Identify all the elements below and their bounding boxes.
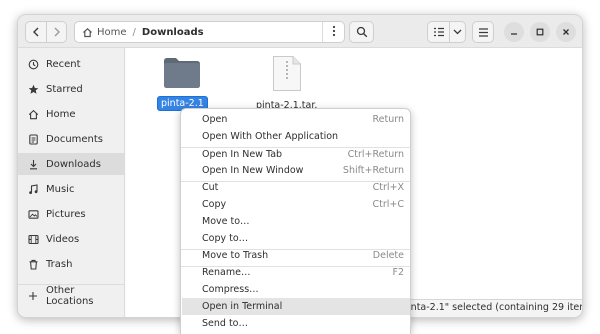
sidebar-item-downloads[interactable]: Downloads bbox=[18, 153, 125, 175]
menu-item-shortcut: Ctrl+Return bbox=[347, 149, 404, 160]
sidebar-item-label: Videos bbox=[46, 233, 80, 245]
menu-item-label: Compress… bbox=[202, 284, 259, 295]
view-options-button[interactable] bbox=[449, 21, 466, 43]
search-icon bbox=[356, 26, 368, 38]
hamburger-menu-icon bbox=[478, 27, 489, 37]
music-note-icon bbox=[27, 183, 39, 195]
back-button[interactable] bbox=[25, 21, 46, 43]
file-item-folder[interactable]: pinta-2.1 bbox=[157, 57, 208, 111]
menu-item-shortcut: Delete bbox=[372, 250, 404, 261]
menu-item-label: Copy to… bbox=[202, 233, 249, 244]
sidebar-item-label: Starred bbox=[46, 83, 83, 95]
menu-item-copy-to[interactable]: Copy to… bbox=[182, 230, 410, 247]
sidebar-item-label: Downloads bbox=[46, 158, 101, 170]
menu-item-open-in-terminal[interactable]: Open in Terminal bbox=[182, 298, 410, 315]
file-item-archive[interactable]: pinta-2.1.tar. bbox=[256, 55, 317, 111]
folder-icon bbox=[163, 57, 201, 89]
download-icon bbox=[27, 158, 39, 170]
sidebar-item-other-locations[interactable]: Other Locations bbox=[18, 284, 125, 307]
menu-item-open-with[interactable]: Open With Other Application bbox=[182, 128, 410, 145]
sidebar-item-label: Music bbox=[46, 183, 75, 195]
archive-file-icon bbox=[272, 55, 302, 95]
menu-item-label: Cut bbox=[202, 182, 219, 193]
menu-item-label: Open In New Tab bbox=[202, 149, 283, 160]
status-bar: pinta-2.1" selected (containing 29 items… bbox=[397, 299, 582, 317]
maximize-icon bbox=[536, 28, 544, 36]
chevron-right-icon bbox=[53, 27, 61, 37]
header-bar: Home / Downloads bbox=[18, 15, 582, 48]
menu-item-open[interactable]: Open Return bbox=[182, 111, 410, 128]
chevron-left-icon bbox=[32, 27, 40, 37]
menu-item-open-new-window[interactable]: Open In New Window Shift+Return bbox=[182, 162, 410, 179]
menu-item-label: Move to Trash bbox=[202, 250, 269, 261]
path-bar: Home / Downloads bbox=[74, 21, 345, 43]
menu-item-shortcut: Ctrl+C bbox=[372, 199, 405, 210]
close-button[interactable] bbox=[556, 22, 576, 42]
menu-item-label: Open bbox=[202, 114, 228, 125]
menu-item-label: Send to… bbox=[202, 318, 248, 329]
menu-item-shortcut: Return bbox=[372, 114, 404, 125]
path-current-crumb[interactable]: Downloads bbox=[142, 27, 204, 38]
menu-item-open-new-tab[interactable]: Open In New Tab Ctrl+Return bbox=[182, 146, 410, 163]
picture-icon bbox=[27, 208, 39, 220]
minimize-icon bbox=[510, 28, 518, 36]
document-icon bbox=[27, 133, 39, 145]
path-home-crumb[interactable]: Home bbox=[97, 27, 127, 38]
sidebar-item-starred[interactable]: Starred bbox=[18, 78, 125, 100]
context-menu: Open Return Open With Other Application … bbox=[180, 108, 411, 334]
path-menu-button[interactable] bbox=[322, 22, 344, 42]
sidebar-item-label: Pictures bbox=[46, 208, 86, 220]
menu-item-move-to-trash[interactable]: Move to Trash Delete bbox=[182, 247, 410, 264]
film-icon bbox=[27, 233, 39, 245]
sidebar: Recent Starred Home Documents Downloads bbox=[18, 48, 125, 317]
main-menu-button[interactable] bbox=[472, 21, 494, 43]
view-mode-button[interactable] bbox=[427, 21, 449, 43]
menu-item-send-to[interactable]: Send to… bbox=[182, 315, 410, 332]
menu-item-rename[interactable]: Rename… F2 bbox=[182, 264, 410, 281]
clock-icon bbox=[27, 58, 39, 70]
sidebar-item-trash[interactable]: Trash bbox=[18, 253, 125, 275]
maximize-button[interactable] bbox=[530, 22, 550, 42]
menu-item-label: Open in Terminal bbox=[202, 301, 283, 312]
path-separator: / bbox=[132, 26, 136, 38]
menu-item-label: Copy bbox=[202, 199, 227, 210]
sidebar-item-recent[interactable]: Recent bbox=[18, 53, 125, 75]
sidebar-item-home[interactable]: Home bbox=[18, 103, 125, 125]
chevron-down-icon bbox=[453, 29, 462, 35]
plus-icon bbox=[27, 290, 39, 302]
sidebar-item-music[interactable]: Music bbox=[18, 178, 125, 200]
sidebar-item-label: Documents bbox=[46, 133, 104, 145]
home-icon[interactable] bbox=[82, 27, 93, 38]
close-icon bbox=[562, 28, 570, 36]
forward-button[interactable] bbox=[46, 21, 67, 43]
vertical-dots-icon bbox=[332, 25, 336, 40]
home-icon bbox=[27, 108, 39, 120]
list-view-icon bbox=[433, 27, 445, 37]
trash-icon bbox=[27, 258, 39, 270]
menu-item-label: Rename… bbox=[202, 267, 251, 278]
sidebar-item-videos[interactable]: Videos bbox=[18, 228, 125, 250]
menu-item-label: Open In New Window bbox=[202, 165, 304, 176]
menu-item-cut[interactable]: Cut Ctrl+X bbox=[182, 179, 410, 196]
sidebar-item-label: Other Locations bbox=[45, 284, 94, 307]
menu-item-compress[interactable]: Compress… bbox=[182, 281, 410, 298]
sidebar-item-documents[interactable]: Documents bbox=[18, 128, 125, 150]
search-button[interactable] bbox=[349, 21, 374, 43]
menu-item-label: Move to… bbox=[202, 216, 250, 227]
sidebar-item-label: Recent bbox=[46, 58, 81, 70]
menu-item-move-to[interactable]: Move to… bbox=[182, 213, 410, 230]
sidebar-item-label: Trash bbox=[46, 258, 73, 270]
menu-item-shortcut: F2 bbox=[392, 267, 404, 278]
minimize-button[interactable] bbox=[504, 22, 524, 42]
menu-item-copy[interactable]: Copy Ctrl+C bbox=[182, 196, 410, 213]
star-icon bbox=[27, 83, 39, 95]
menu-item-shortcut: Ctrl+X bbox=[372, 182, 404, 193]
menu-item-label: Open With Other Application bbox=[202, 131, 339, 142]
sidebar-item-label: Home bbox=[46, 108, 76, 120]
menu-item-shortcut: Shift+Return bbox=[342, 165, 404, 176]
sidebar-item-pictures[interactable]: Pictures bbox=[18, 203, 125, 225]
